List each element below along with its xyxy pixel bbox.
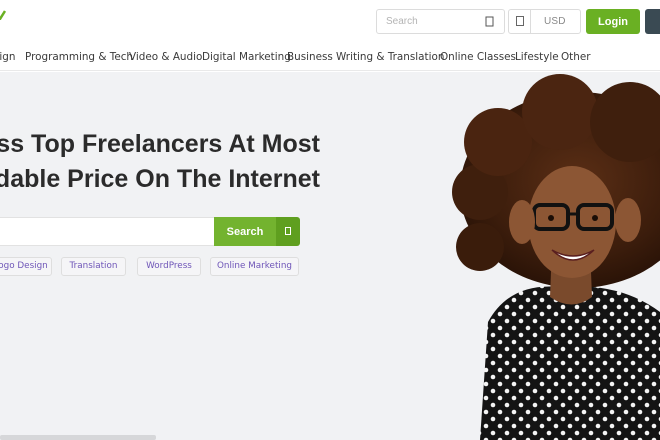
- popular-tag-translation[interactable]: Translation: [61, 257, 126, 276]
- currency-icon-wrap: [509, 10, 531, 33]
- hero-title: ss Top Freelancers At Most dable Price O…: [0, 127, 320, 197]
- category-graphics-design[interactable]: sign: [0, 51, 15, 63]
- category-lifestyle[interactable]: Lifestyle: [515, 51, 559, 63]
- category-video-audio[interactable]: Video & Audio: [129, 51, 202, 63]
- hero-search-icon-button[interactable]: [276, 217, 300, 246]
- hero-woman-image: [452, 74, 660, 440]
- category-digital-marketing[interactable]: Digital Marketing: [202, 51, 291, 63]
- hero-title-line-2: dable Price On The Internet: [0, 165, 320, 193]
- header-search-box[interactable]: [376, 9, 505, 34]
- category-programming-tech[interactable]: Programming & Tech: [25, 51, 133, 63]
- header-search-input[interactable]: [378, 11, 478, 32]
- currency-selector[interactable]: USD: [508, 9, 581, 34]
- category-writing-translation[interactable]: Writing & Translation: [336, 51, 444, 63]
- logo-icon[interactable]: [0, 10, 6, 20]
- hero-search-input[interactable]: [0, 221, 199, 243]
- hero-title-line-1: ss Top Freelancers At Most: [0, 130, 320, 158]
- currency-icon: [516, 16, 524, 26]
- category-other[interactable]: Other: [561, 51, 591, 63]
- category-business[interactable]: Business: [287, 51, 333, 63]
- search-icon: [285, 227, 291, 235]
- search-icon[interactable]: [485, 16, 494, 27]
- popular-tag-wordpress[interactable]: WordPress: [137, 257, 201, 276]
- popular-tag-online-marketing[interactable]: Online Marketing: [210, 257, 299, 276]
- category-online-classes[interactable]: Online Classes: [440, 51, 516, 63]
- currency-label: USD: [544, 16, 566, 27]
- hero-search-button[interactable]: Search: [214, 217, 276, 246]
- horizontal-scrollbar[interactable]: [0, 435, 156, 440]
- site-header: USD Login: [0, 0, 660, 44]
- category-nav: sign Programming & Tech Video & Audio Di…: [0, 44, 660, 71]
- popular-tag-logo-design[interactable]: ogo Design: [0, 257, 52, 276]
- signup-button[interactable]: [645, 9, 660, 34]
- hero-section: ss Top Freelancers At Most dable Price O…: [0, 72, 660, 440]
- login-button[interactable]: Login: [586, 9, 640, 34]
